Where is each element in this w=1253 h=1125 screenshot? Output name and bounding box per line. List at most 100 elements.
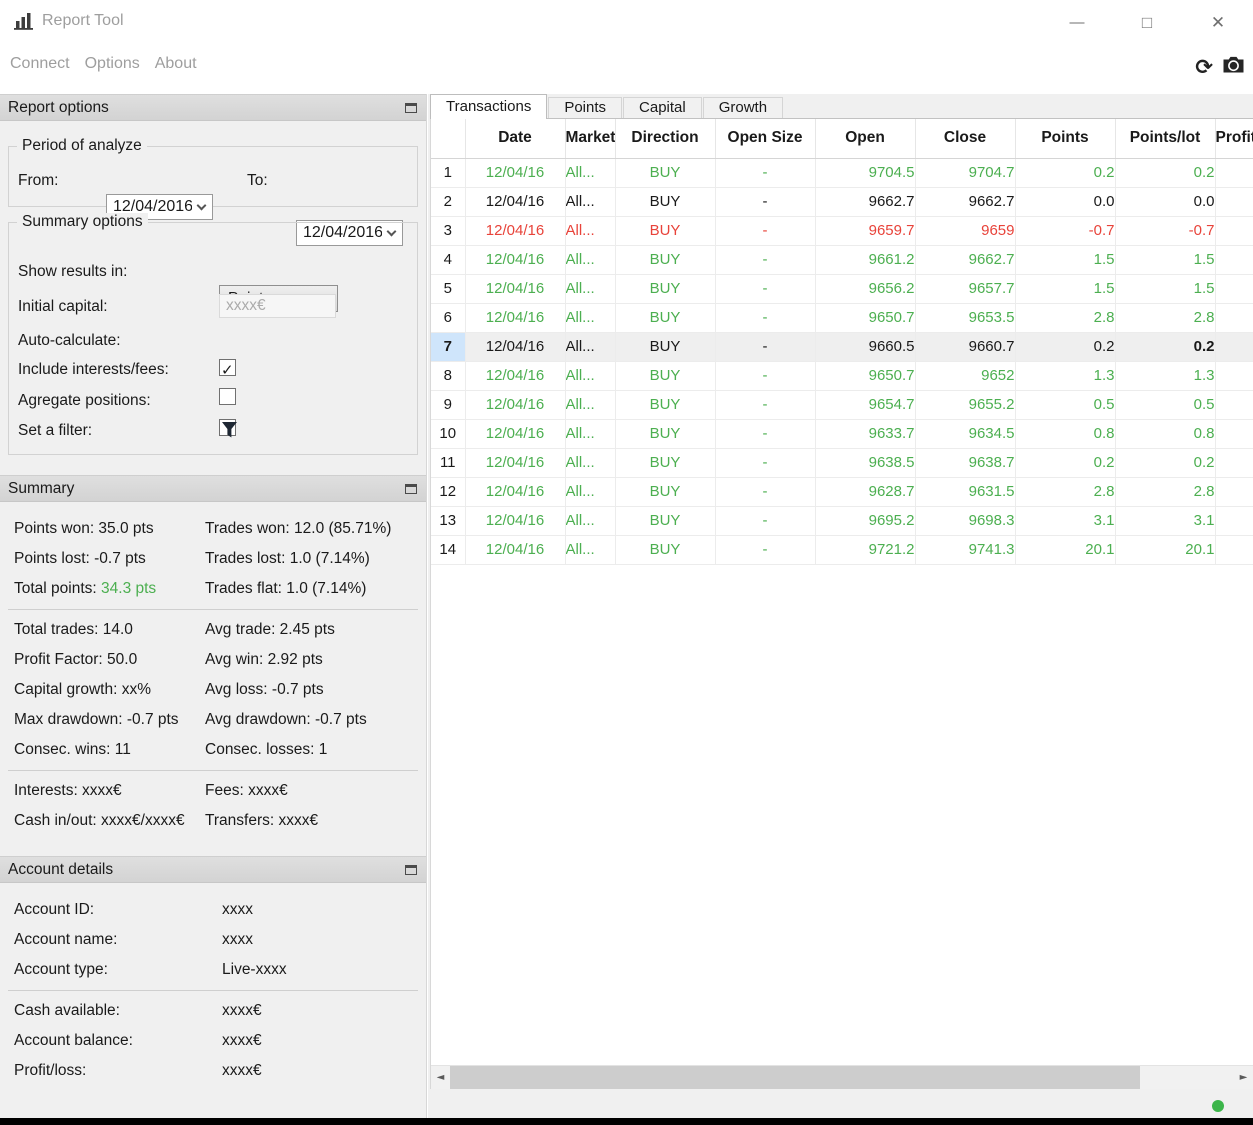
cell-open[interactable]: 9650.7: [815, 361, 916, 391]
cell-points[interactable]: 2.8: [1015, 477, 1116, 507]
cell-close[interactable]: 9698.3: [915, 506, 1016, 536]
cell-points[interactable]: 0.2: [1015, 448, 1116, 478]
cell-profit[interactable]: [1215, 390, 1253, 420]
report-options-header[interactable]: Report options: [0, 94, 426, 121]
scrollbar-track[interactable]: [450, 1066, 1234, 1089]
cell-close[interactable]: 9638.7: [915, 448, 1016, 478]
cell-market[interactable]: All...: [565, 245, 616, 275]
cell-points-lot[interactable]: 1.3: [1115, 361, 1216, 391]
summary-header[interactable]: Summary: [0, 475, 426, 502]
row-number[interactable]: 4: [431, 245, 466, 275]
cell-points[interactable]: 1.3: [1015, 361, 1116, 391]
cell-open-size[interactable]: -: [715, 187, 816, 217]
header-close[interactable]: Close: [915, 119, 1016, 159]
row-number[interactable]: 13: [431, 506, 466, 536]
cell-profit[interactable]: [1215, 303, 1253, 333]
cell-market[interactable]: All...: [565, 158, 616, 188]
cell-market[interactable]: All...: [565, 390, 616, 420]
cell-points[interactable]: 20.1: [1015, 535, 1116, 565]
header-open-size[interactable]: Open Size: [715, 119, 816, 159]
header-profit[interactable]: Profit: [1215, 119, 1253, 159]
cell-open-size[interactable]: -: [715, 535, 816, 565]
cell-points[interactable]: 0.5: [1015, 390, 1116, 420]
cell-open[interactable]: 9638.5: [815, 448, 916, 478]
cell-date[interactable]: 12/04/16: [465, 332, 566, 362]
cell-market[interactable]: All...: [565, 216, 616, 246]
transaction-row[interactable]: 8 12/04/16 All... BUY - 9650.7 9652 1.3 …: [431, 361, 1253, 391]
transaction-row[interactable]: 3 12/04/16 All... BUY - 9659.7 9659 -0.7…: [431, 216, 1253, 246]
header-open[interactable]: Open: [815, 119, 916, 159]
cell-open-size[interactable]: -: [715, 390, 816, 420]
transaction-row[interactable]: 11 12/04/16 All... BUY - 9638.5 9638.7 0…: [431, 448, 1253, 478]
cell-market[interactable]: All...: [565, 419, 616, 449]
cell-profit[interactable]: [1215, 506, 1253, 536]
header-market[interactable]: Market: [565, 119, 616, 159]
transaction-row[interactable]: 5 12/04/16 All... BUY - 9656.2 9657.7 1.…: [431, 274, 1253, 304]
refresh-icon[interactable]: ⟳: [1195, 56, 1213, 78]
transaction-row[interactable]: 10 12/04/16 All... BUY - 9633.7 9634.5 0…: [431, 419, 1253, 449]
cell-open-size[interactable]: -: [715, 158, 816, 188]
cell-open[interactable]: 9704.5: [815, 158, 916, 188]
cell-points-lot[interactable]: 0.2: [1115, 332, 1216, 362]
cell-points[interactable]: 1.5: [1015, 274, 1116, 304]
cell-profit[interactable]: [1215, 274, 1253, 304]
cell-profit[interactable]: [1215, 361, 1253, 391]
tab[interactable]: Points: [548, 97, 623, 118]
row-number[interactable]: 5: [431, 274, 466, 304]
cell-points[interactable]: 1.5: [1015, 245, 1116, 275]
cell-points[interactable]: 0.8: [1015, 419, 1116, 449]
float-panel-icon[interactable]: [405, 865, 417, 875]
cell-open-size[interactable]: -: [715, 332, 816, 362]
cell-points-lot[interactable]: 0.8: [1115, 419, 1216, 449]
cell-close[interactable]: 9634.5: [915, 419, 1016, 449]
cell-open[interactable]: 9656.2: [815, 274, 916, 304]
header-points-lot[interactable]: Points/lot: [1115, 119, 1216, 159]
cell-open[interactable]: 9650.7: [815, 303, 916, 333]
cell-direction[interactable]: BUY: [615, 274, 716, 304]
cell-direction[interactable]: BUY: [615, 303, 716, 333]
cell-open-size[interactable]: -: [715, 448, 816, 478]
row-number[interactable]: 10: [431, 419, 466, 449]
close-button[interactable]: ✕: [1202, 10, 1234, 36]
row-number[interactable]: 14: [431, 535, 466, 565]
cell-date[interactable]: 12/04/16: [465, 477, 566, 507]
scrollbar-thumb[interactable]: [450, 1066, 1140, 1089]
cell-points[interactable]: 0.2: [1015, 158, 1116, 188]
float-panel-icon[interactable]: [405, 484, 417, 494]
scroll-left-button[interactable]: ◄: [431, 1066, 450, 1089]
cell-profit[interactable]: [1215, 216, 1253, 246]
cell-points-lot[interactable]: 2.8: [1115, 477, 1216, 507]
minimize-button[interactable]: —: [1061, 10, 1093, 36]
cell-direction[interactable]: BUY: [615, 419, 716, 449]
row-number[interactable]: 8: [431, 361, 466, 391]
cell-open[interactable]: 9628.7: [815, 477, 916, 507]
cell-open[interactable]: 9659.7: [815, 216, 916, 246]
cell-market[interactable]: All...: [565, 361, 616, 391]
horizontal-scrollbar[interactable]: ◄ ►: [431, 1065, 1253, 1089]
tab[interactable]: Transactions: [430, 94, 548, 119]
cell-market[interactable]: All...: [565, 332, 616, 362]
cell-date[interactable]: 12/04/16: [465, 506, 566, 536]
cell-open-size[interactable]: -: [715, 419, 816, 449]
cell-points-lot[interactable]: 0.0: [1115, 187, 1216, 217]
tab[interactable]: Growth: [702, 97, 784, 118]
row-number[interactable]: 9: [431, 390, 466, 420]
cell-direction[interactable]: BUY: [615, 448, 716, 478]
cell-market[interactable]: All...: [565, 274, 616, 304]
transaction-row[interactable]: 6 12/04/16 All... BUY - 9650.7 9653.5 2.…: [431, 303, 1253, 333]
cell-date[interactable]: 12/04/16: [465, 303, 566, 333]
cell-date[interactable]: 12/04/16: [465, 245, 566, 275]
cell-profit[interactable]: [1215, 332, 1253, 362]
cell-date[interactable]: 12/04/16: [465, 390, 566, 420]
transaction-row[interactable]: 2 12/04/16 All... BUY - 9662.7 9662.7 0.…: [431, 187, 1253, 217]
cell-points[interactable]: 0.0: [1015, 187, 1116, 217]
row-number[interactable]: 1: [431, 158, 466, 188]
cell-open-size[interactable]: -: [715, 303, 816, 333]
row-number[interactable]: 2: [431, 187, 466, 217]
cell-direction[interactable]: BUY: [615, 535, 716, 565]
cell-direction[interactable]: BUY: [615, 245, 716, 275]
cell-open-size[interactable]: -: [715, 477, 816, 507]
row-number[interactable]: 12: [431, 477, 466, 507]
cell-direction[interactable]: BUY: [615, 216, 716, 246]
cell-direction[interactable]: BUY: [615, 158, 716, 188]
